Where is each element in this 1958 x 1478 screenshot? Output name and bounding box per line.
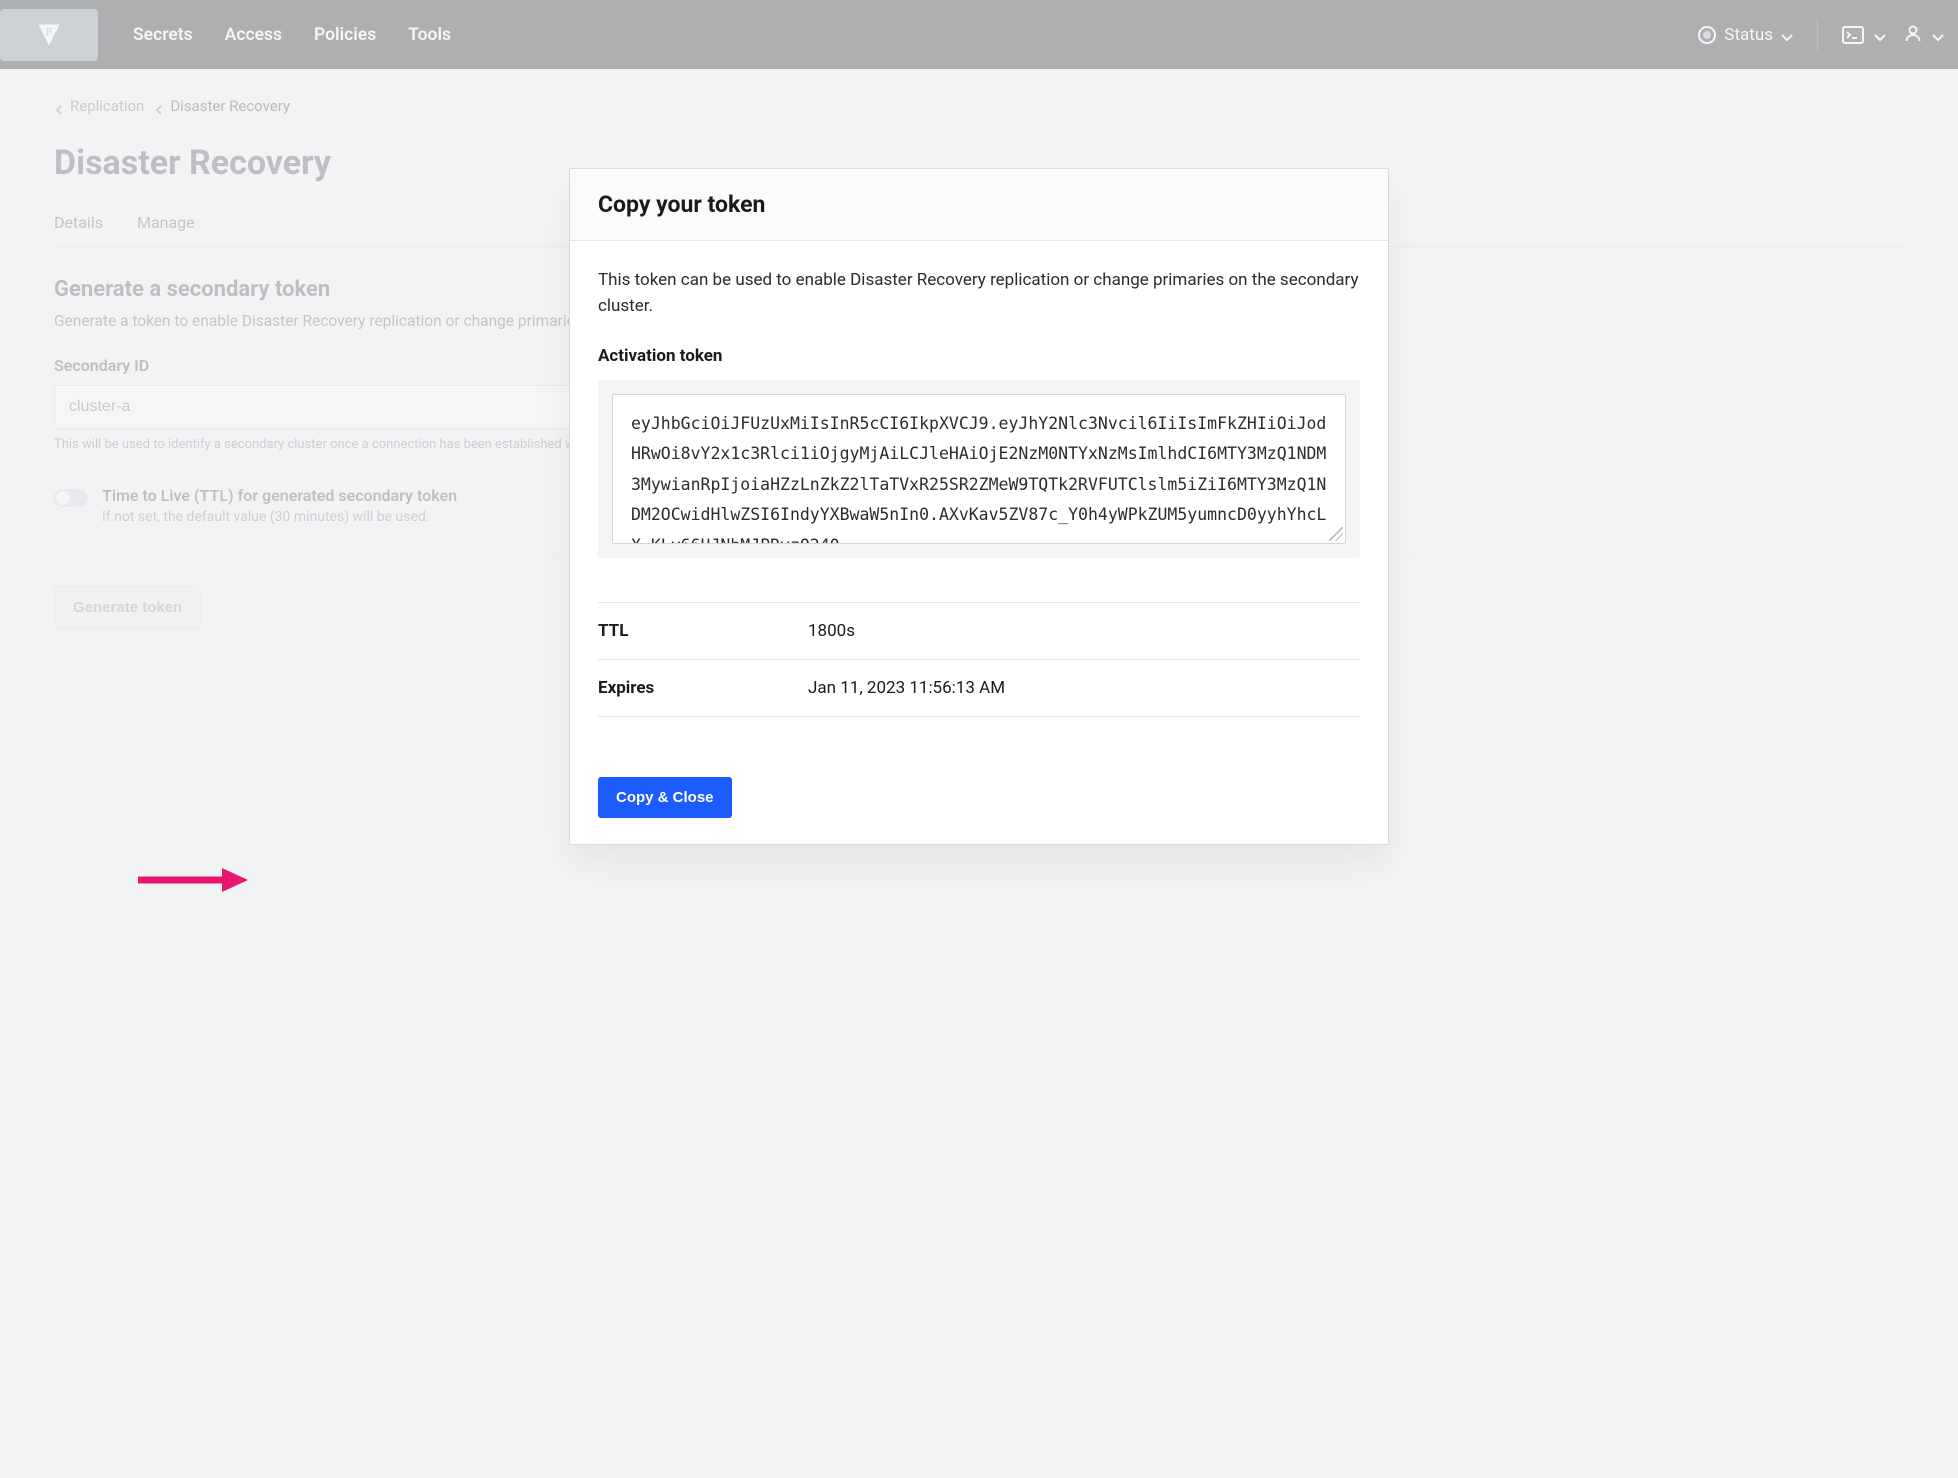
copy-close-button[interactable]: Copy & Close <box>598 777 732 818</box>
ttl-value: 1800s <box>808 621 855 641</box>
ttl-row: TTL 1800s <box>598 602 1360 660</box>
modal-header: Copy your token <box>570 169 1388 241</box>
token-info-table: TTL 1800s Expires Jan 11, 2023 11:56:13 … <box>598 602 1360 717</box>
expires-row: Expires Jan 11, 2023 11:56:13 AM <box>598 660 1360 717</box>
ttl-label: TTL <box>598 621 808 641</box>
modal-overlay: Copy your token This token can be used t… <box>0 0 1958 1478</box>
expires-value: Jan 11, 2023 11:56:13 AM <box>808 678 1005 698</box>
expires-label: Expires <box>598 678 808 698</box>
token-box-container: eyJhbGciOiJFUzUxMiIsInR5cCI6IkpXVCJ9.eyJ… <box>598 380 1360 558</box>
modal-description: This token can be used to enable Disaste… <box>598 267 1360 320</box>
copy-token-modal: Copy your token This token can be used t… <box>569 168 1389 845</box>
modal-footer: Copy & Close <box>570 747 1388 844</box>
modal-body: This token can be used to enable Disaste… <box>570 241 1388 747</box>
activation-token-textarea[interactable]: eyJhbGciOiJFUzUxMiIsInR5cCI6IkpXVCJ9.eyJ… <box>612 394 1346 544</box>
activation-token-label: Activation token <box>598 346 1360 366</box>
modal-title: Copy your token <box>598 191 1360 218</box>
